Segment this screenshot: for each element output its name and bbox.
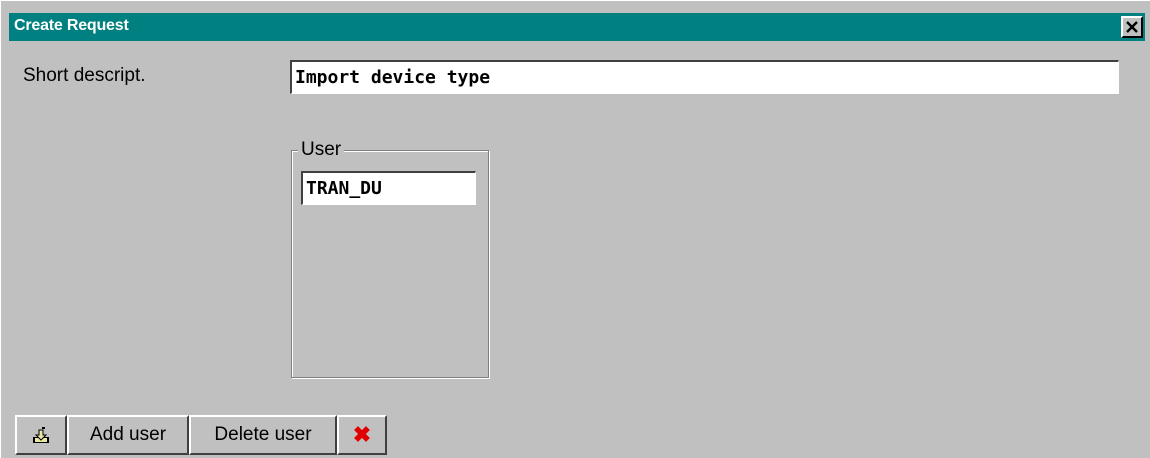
- close-button[interactable]: [1121, 16, 1143, 38]
- cancel-icon: ✖: [352, 422, 372, 447]
- cancel-button[interactable]: ✖: [337, 415, 387, 455]
- save-icon: [33, 427, 49, 443]
- short-descript-label: Short descript.: [23, 65, 146, 86]
- delete-user-button[interactable]: Delete user: [189, 415, 337, 455]
- save-button[interactable]: [15, 415, 67, 455]
- window-title: Create Request: [14, 17, 129, 34]
- short-descript-input[interactable]: Import device type: [290, 60, 1119, 94]
- add-user-button[interactable]: Add user: [67, 415, 189, 455]
- user-input[interactable]: TRAN_DU: [301, 171, 476, 205]
- user-group-legend: User: [298, 139, 345, 161]
- close-icon: [1126, 21, 1138, 33]
- title-bar[interactable]: Create Request: [9, 13, 1145, 41]
- create-request-dialog: Create Request Short descript. Import de…: [0, 0, 1150, 458]
- bottom-toolbar: Add user Delete user ✖: [15, 415, 387, 455]
